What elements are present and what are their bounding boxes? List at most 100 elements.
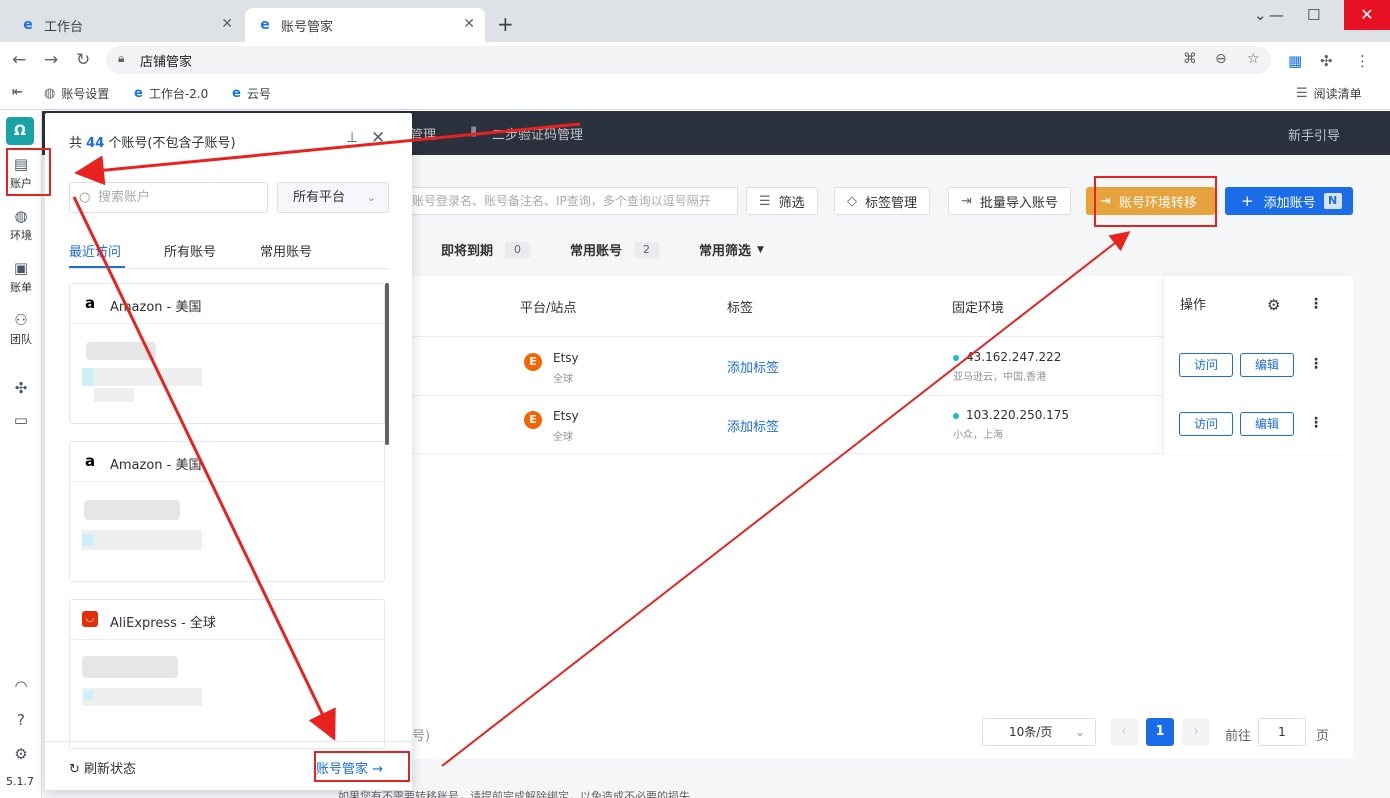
star-icon[interactable]: ☆ xyxy=(1247,51,1260,67)
search-icon: ○ xyxy=(79,190,91,205)
menu-kebab-icon[interactable]: ⋮ xyxy=(1355,52,1370,70)
filter-common[interactable]: 常用筛选 ▼ xyxy=(699,240,764,259)
panel-search-input[interactable]: ○ 搜索账户 xyxy=(69,182,268,213)
blurred-content xyxy=(82,368,94,386)
tab-label: 工作台 xyxy=(44,19,84,35)
refresh-status-button[interactable]: ↻ 刷新状态 xyxy=(69,758,136,777)
bookmark-workbench[interactable]: e 工作台-2.0 xyxy=(134,85,208,102)
new-badge: N xyxy=(1323,193,1342,209)
prev-page-button[interactable]: ‹ xyxy=(1110,718,1138,746)
filter-frequent[interactable]: 常用账号 2 xyxy=(570,240,660,259)
page-size-select[interactable]: 10条/页 ⌄ xyxy=(982,718,1096,746)
sidebar-item-environment[interactable]: ◍ 环境 xyxy=(0,207,42,243)
extensions-icon[interactable]: ✣ xyxy=(1320,52,1333,70)
gear-icon[interactable]: ⚙ xyxy=(0,745,42,763)
status-dot xyxy=(953,413,959,419)
back-icon[interactable]: ← xyxy=(12,50,26,70)
panel-title: 共 44 个账号(不包含子账号) xyxy=(69,136,236,151)
reload-icon[interactable]: ↻ xyxy=(76,50,90,70)
page-current[interactable]: 1 xyxy=(1146,718,1174,746)
add-tag-link[interactable]: 添加标签 xyxy=(727,357,779,376)
forward-icon[interactable]: → xyxy=(44,50,58,70)
row-platform: Etsy xyxy=(553,351,579,365)
account-quick-panel: 共 44 个账号(不包含子账号) ⊥ ✕ ○ 搜索账户 所有平台 ⌄ 最近访问 所有… xyxy=(45,113,412,790)
amazon-logo-icon: a xyxy=(84,294,96,312)
top-link-manage[interactable]: 管理 xyxy=(410,124,436,143)
tab-all[interactable]: 所有账号 xyxy=(164,241,216,260)
goto-input[interactable]: 1 xyxy=(1258,718,1306,746)
headset-icon[interactable]: ◠ xyxy=(0,677,42,695)
filter-button[interactable]: ☰ 筛选 xyxy=(746,187,818,215)
account-card[interactable]: a Amazon - 美国 xyxy=(69,283,385,424)
browser-tab-workbench[interactable]: e 工作台 ✕ xyxy=(8,8,243,42)
account-search-input[interactable]: 账号登录名、账号备注名、IP查询，多个查询以逗号隔开 xyxy=(410,187,738,215)
card-name: Amazon - 美国 xyxy=(110,300,202,315)
header-env: 固定环境 xyxy=(952,301,1005,316)
blurred-content xyxy=(86,342,156,360)
account-card[interactable]: ◡ AliExpress - 全球 xyxy=(69,599,385,749)
tab-recent[interactable]: 最近访问 xyxy=(69,241,121,260)
row-location: 亚马逊云，中国,香港 xyxy=(953,372,1047,383)
chevron-down-icon[interactable]: ⌄ xyxy=(1254,6,1267,24)
count-badge: 2 xyxy=(634,241,660,258)
tag-icon: ◇ xyxy=(847,193,857,209)
puzzle-icon[interactable]: ✣ xyxy=(0,379,42,397)
close-icon[interactable]: ✕ xyxy=(221,16,233,32)
omnibox[interactable]: 🔒︎ 店铺管家 ⌘ ⊖ ☆ xyxy=(106,46,1271,74)
tab-frequent[interactable]: 常用账号 xyxy=(260,241,312,260)
message-icon[interactable]: ▭ xyxy=(0,411,42,429)
tab-underline xyxy=(69,266,125,268)
row-location: 小众，上海 xyxy=(953,430,1003,441)
add-account-button[interactable]: + 添加账号 N xyxy=(1225,187,1353,215)
batch-import-button[interactable]: ⇥ 批量导入账号 xyxy=(948,187,1071,215)
close-icon[interactable]: ✕ xyxy=(463,16,475,32)
scrollbar[interactable] xyxy=(385,283,389,445)
browser-tab-account-manager[interactable]: e 账号管家 ✕ xyxy=(245,8,485,42)
annotation-box-manager xyxy=(314,751,410,782)
omnibox-url: 店铺管家 xyxy=(140,55,193,70)
kebab-icon[interactable]: ⋮ xyxy=(1309,415,1323,431)
header-platform: 平台/站点 xyxy=(520,301,577,316)
zoom-icon[interactable]: ⊖ xyxy=(1215,51,1227,67)
kebab-icon[interactable]: ⋮ xyxy=(1309,356,1323,372)
translate-icon[interactable]: ⌘ xyxy=(1183,51,1197,67)
header-tag: 标签 xyxy=(727,301,754,316)
next-page-button[interactable]: › xyxy=(1182,718,1210,746)
gear-icon[interactable]: ⚙ xyxy=(1267,296,1280,314)
guide-link[interactable]: 新手引导 xyxy=(1288,125,1340,144)
total-count: 号) xyxy=(412,729,431,744)
edit-button[interactable]: 编辑 xyxy=(1240,412,1294,436)
maximize-icon[interactable]: ☐ xyxy=(1307,6,1320,24)
top-link-2fa[interactable]: 二步验证码管理 xyxy=(492,124,583,143)
edit-button[interactable]: 编辑 xyxy=(1240,353,1294,377)
visit-button[interactable]: 访问 xyxy=(1179,412,1233,436)
sidebar-item-team[interactable]: ⚇ 团队 xyxy=(0,311,42,347)
tag-manage-button[interactable]: ◇ 标签管理 xyxy=(834,187,931,215)
pin-icon[interactable]: ⊥ xyxy=(346,130,358,146)
blurred-content xyxy=(84,500,180,520)
version-label: 5.1.7 xyxy=(6,775,34,788)
filter-expiring[interactable]: 即将到期 0 xyxy=(441,240,531,259)
row-ip: 103.220.250.175 xyxy=(966,408,1070,422)
row-ip: 43.162.247.222 xyxy=(966,350,1062,364)
reading-list[interactable]: ☰ 阅读清单 xyxy=(1296,85,1362,102)
apps-grid-icon[interactable]: ▦ xyxy=(1288,52,1302,70)
minimize-icon[interactable]: — xyxy=(1269,6,1284,24)
close-icon[interactable]: ✕ xyxy=(371,128,385,148)
bookmark-cloud[interactable]: e 云号 xyxy=(232,85,271,102)
account-card[interactable]: a Amazon - 美国 xyxy=(69,441,385,582)
sidebar-item-billing[interactable]: ▣ 账单 xyxy=(0,259,42,295)
sidebar-toggle-icon[interactable]: ⇤ xyxy=(12,85,29,100)
help-icon[interactable]: ? xyxy=(0,711,42,729)
header-ops: 操作 xyxy=(1180,298,1207,313)
bookmark-account-settings[interactable]: ◍ 账号设置 xyxy=(44,85,109,102)
team-icon: ⚇ xyxy=(14,311,28,329)
new-tab-button[interactable]: + xyxy=(497,12,514,36)
window-close-button[interactable]: ✕ xyxy=(1344,0,1390,30)
visit-button[interactable]: 访问 xyxy=(1179,353,1233,377)
plus-icon: + xyxy=(1241,192,1254,210)
platform-select[interactable]: 所有平台 ⌄ xyxy=(277,182,389,213)
kebab-icon[interactable]: ⋮ xyxy=(1309,296,1323,312)
add-tag-link[interactable]: 添加标签 xyxy=(727,416,779,435)
blurred-content xyxy=(82,534,94,546)
